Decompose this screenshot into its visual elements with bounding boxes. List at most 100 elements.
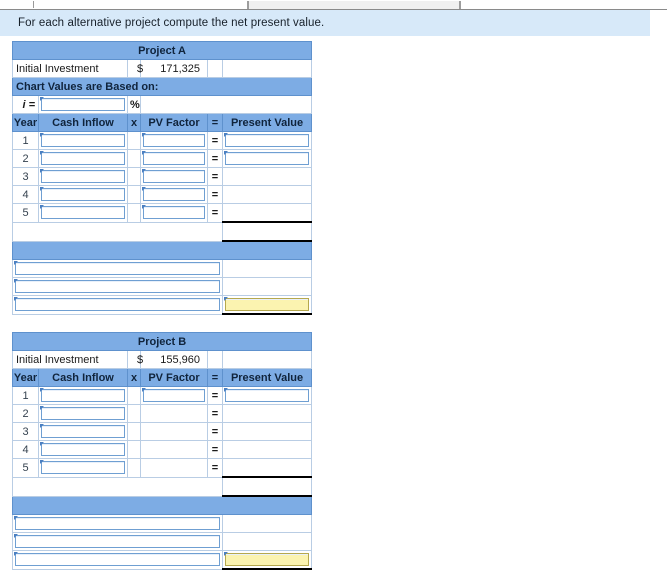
project-1-equals-4: = [207,185,223,204]
project-2-col-times: x [127,368,141,387]
project-2-cash-inflow-1-box[interactable] [41,389,125,402]
project-1-present-value-1[interactable] [221,131,313,150]
project-2-cash-inflow-5[interactable] [38,458,128,478]
project-2-cash-inflow-2-box[interactable] [41,407,125,420]
project-1-pv-factor-4-box[interactable] [143,188,205,201]
project-2-present-value-1-box[interactable] [225,389,310,402]
project-1-cash-inflow-1[interactable] [38,131,128,150]
project-2-present-value-1[interactable] [221,386,313,405]
table-row: 2 = [12,404,313,423]
project-2-cash-inflow-1[interactable] [38,386,128,405]
input-caret-icon [142,151,146,155]
project-1-pv-factor-5[interactable] [140,203,208,223]
project-1-interest-rate-input-box[interactable] [41,98,125,111]
project-1-summary-label-2-box[interactable] [15,280,220,293]
project-2-present-value-4 [221,440,313,459]
project-1-present-value-2[interactable] [221,149,313,168]
project-1-currency-symbol: $ [127,59,143,78]
project-2-cash-inflow-2[interactable] [38,404,128,423]
project-2-summary-value-3-box[interactable] [225,553,310,566]
input-caret-icon [142,133,146,137]
project-1-pv-factor-3-box[interactable] [143,170,205,183]
scrollbar-thumb[interactable] [247,1,461,9]
project-2-summary-label-1-box[interactable] [15,517,220,530]
project-2-cash-inflow-4[interactable] [38,440,128,459]
project-1-cash-inflow-2[interactable] [38,149,128,168]
input-caret-icon [40,133,44,137]
project-1-summary-label-3[interactable] [12,295,223,315]
project-1-cash-inflow-5[interactable] [38,203,128,223]
input-caret-icon [40,151,44,155]
project-1-present-value-1-box[interactable] [225,134,310,147]
input-caret-icon [14,261,18,265]
project-2-summary-label-2-box[interactable] [15,535,220,548]
project-1-summary-row-2 [12,277,313,296]
project-2-present-value-5 [221,458,313,478]
project-2-summary-label-3-box[interactable] [15,553,220,567]
project-2-cash-inflow-5-box[interactable] [41,461,125,475]
project-2-separator-band [11,495,313,515]
project-2-equals-4: = [207,440,223,459]
project-2-pv-factor-5 [140,458,208,478]
project-2-summary-label-2[interactable] [12,532,223,551]
project-2-summary-label-3[interactable] [12,550,223,570]
project-1-pv-factor-4[interactable] [140,185,208,204]
project-2-cash-inflow-4-box[interactable] [41,443,125,456]
project-1-summary-label-1[interactable] [12,259,223,278]
project-1-cash-inflow-3[interactable] [38,167,128,186]
project-1-summary-label-2[interactable] [12,277,223,296]
project-2-total-row [12,476,313,497]
input-caret-icon [224,133,228,137]
project-1-cash-inflow-4[interactable] [38,185,128,204]
input-caret-icon [142,388,146,392]
project-1-pv-factor-5-box[interactable] [143,206,205,220]
project-2-year-2: 2 [12,404,39,423]
horizontal-scrollbar[interactable] [0,0,667,10]
project-1-total-row [12,221,313,242]
table-row: 5 = [12,203,313,223]
project-1-cash-inflow-4-box[interactable] [41,188,125,201]
project-1-cash-inflow-2-box[interactable] [41,152,125,165]
project-2-equals-2: = [207,404,223,423]
project-1-cash-inflow-3-box[interactable] [41,170,125,183]
project-1-initial-investment-pad2 [221,59,313,78]
project-1-summary-value-2 [221,277,313,296]
project-2-initial-investment-row: Initial Investment $155,960 [12,350,313,369]
project-1-summary-value-3-box[interactable] [225,298,310,311]
project-1-year-3: 3 [12,167,39,186]
project-1-pv-factor-2[interactable] [140,149,208,168]
project-2-cash-inflow-3[interactable] [38,422,128,441]
project-1-title: Project A [11,41,313,60]
project-2-col-present-value: Present Value [221,368,313,387]
project-1-summary-label-1-box[interactable] [15,262,220,275]
project-1-cash-inflow-1-box[interactable] [41,134,125,147]
project-1-initial-investment-value: 171,325 [140,59,208,78]
project-1-col-cash-inflow: Cash Inflow [38,113,128,132]
project-2-currency-symbol: $ [127,350,143,369]
project-2-cash-inflow-3-box[interactable] [41,425,125,438]
project-2-summary-value-2 [221,532,313,551]
project-1-pv-factor-2-box[interactable] [143,152,205,165]
project-1-summary-label-3-box[interactable] [15,298,220,312]
project-2-col-equals: = [207,368,223,387]
table-row: 3 = [12,167,313,186]
project-1-pv-factor-3[interactable] [140,167,208,186]
project-2-year-3: 3 [12,422,39,441]
project-1-pv-factor-1-box[interactable] [143,134,205,147]
project-1-year-5: 5 [12,203,39,223]
project-2-equals-5: = [207,458,223,478]
project-1-present-value-2-box[interactable] [225,152,310,165]
project-1-pv-factor-1[interactable] [140,131,208,150]
project-2-pv-factor-4 [140,440,208,459]
project-1-times-1 [127,131,141,150]
project-1-summary-value-3[interactable] [221,295,313,315]
project-2-total-pad [12,476,223,497]
project-2-pv-factor-1-box[interactable] [143,389,205,402]
project-1-summary-row-3 [12,295,313,315]
project-2-pv-factor-1[interactable] [140,386,208,405]
project-2-summary-value-3[interactable] [221,550,313,570]
project-1-interest-rate-input[interactable] [38,95,128,114]
project-2-summary-label-1[interactable] [12,514,223,533]
worksheet: Project A Initial Investment $171,325 Chart… [11,41,313,570]
project-1-cash-inflow-5-box[interactable] [41,206,125,220]
